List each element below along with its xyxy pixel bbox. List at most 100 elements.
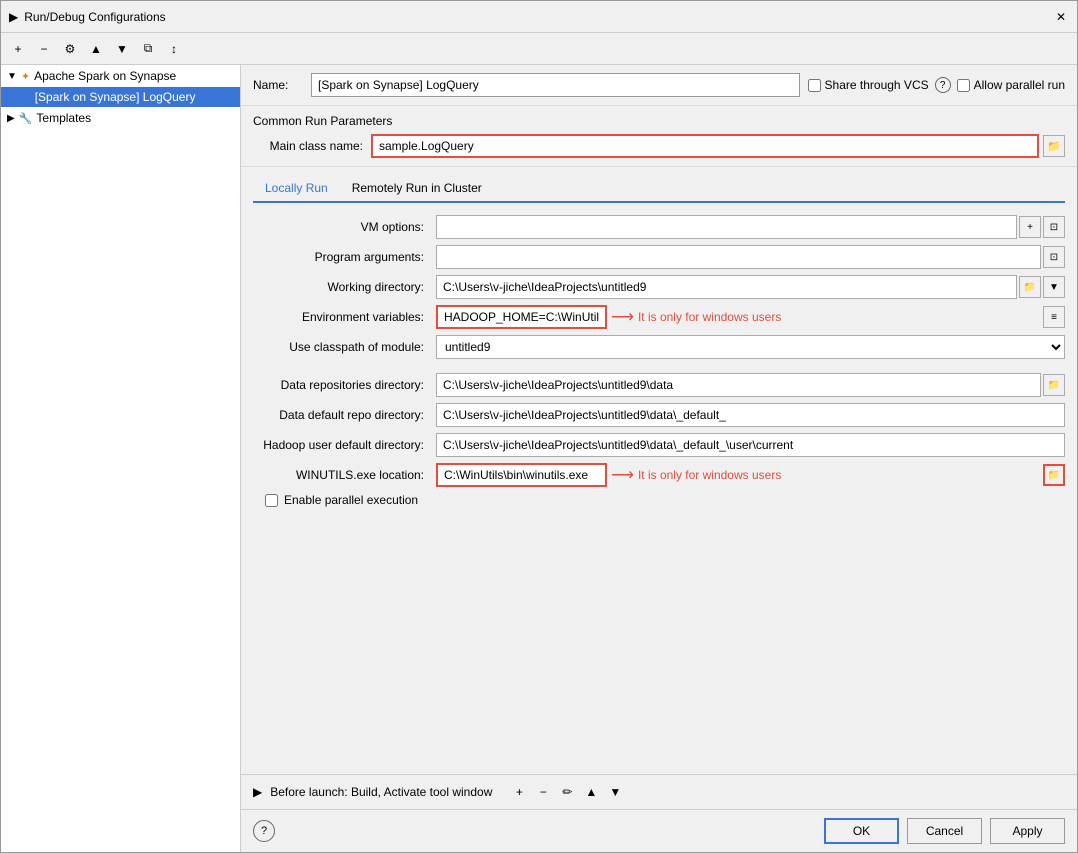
templates-header[interactable]: ▶ 🔧 Templates [1,107,240,129]
help-button[interactable]: ? [253,820,275,842]
copy-button[interactable]: ⧉ [137,38,159,60]
data-default-input[interactable] [436,403,1065,427]
working-dir-folder-button[interactable]: 📁 [1019,276,1041,298]
remove-button[interactable]: − [33,38,55,60]
name-row: Name: Share through VCS ? Allow parallel… [241,65,1077,106]
settings-button[interactable]: ⚙ [59,38,81,60]
spark-group: ▼ ✦ Apache Spark on Synapse ▶ [Spark on … [1,65,240,107]
window-title: Run/Debug Configurations [24,10,1053,24]
main-content: ▼ ✦ Apache Spark on Synapse ▶ [Spark on … [1,65,1077,852]
winutils-input[interactable] [436,463,607,487]
bottom-bar: ? OK Cancel Apply [241,809,1077,852]
apply-button[interactable]: Apply [990,818,1065,844]
window-icon: ▶ [9,10,18,24]
add-button[interactable]: + [7,38,29,60]
env-vars-input[interactable] [436,305,607,329]
before-launch-edit-button[interactable]: ✏ [556,781,578,803]
parallel-exec-label[interactable]: Enable parallel execution [284,493,418,507]
title-bar: ▶ Run/Debug Configurations ✕ [1,1,1077,33]
cancel-button[interactable]: Cancel [907,818,982,844]
program-args-label: Program arguments: [253,250,428,264]
before-launch-remove-button[interactable]: − [532,781,554,803]
spark-group-header[interactable]: ▼ ✦ Apache Spark on Synapse [1,65,240,87]
hadoop-user-label: Hadoop user default directory: [253,438,428,452]
parallel-run-checkbox[interactable] [957,79,970,92]
tab-remotely-run[interactable]: Remotely Run in Cluster [340,175,494,201]
parallel-run-label[interactable]: Allow parallel run [957,78,1065,92]
data-default-input-container [436,403,1065,427]
vm-options-fullscreen-button[interactable]: ⊡ [1043,216,1065,238]
before-launch-add-button[interactable]: + [508,781,530,803]
program-args-input-container: ⊡ [436,245,1065,269]
winutils-arrow-icon: ⟶ [611,465,634,485]
winutils-windows-note: It is only for windows users [638,468,781,482]
program-args-row: Program arguments: ⊡ [253,245,1065,269]
data-repos-input[interactable] [436,373,1041,397]
env-vars-row: Environment variables: ⟶ It is only for … [253,305,1065,329]
hadoop-user-input-container [436,433,1065,457]
share-vcs-text: Share through VCS [825,78,929,92]
folder-icon: 📁 [1024,282,1036,293]
tab-locally-run[interactable]: Locally Run [253,175,340,203]
data-default-row: Data default repo directory: [253,403,1065,427]
vcs-area: Share through VCS ? Allow parallel run [808,77,1065,93]
right-panel: Name: Share through VCS ? Allow parallel… [241,65,1077,852]
templates-group: ▶ 🔧 Templates [1,107,240,129]
sidebar: ▼ ✦ Apache Spark on Synapse ▶ [Spark on … [1,65,241,852]
config-icon: ▶ [23,92,31,103]
sort-button[interactable]: ↕ [163,38,185,60]
classpath-label: Use classpath of module: [253,340,428,354]
parallel-exec-checkbox[interactable] [265,494,278,507]
log-query-item[interactable]: ▶ [Spark on Synapse] LogQuery [1,87,240,107]
vm-options-row: VM options: + ⊡ [253,215,1065,239]
vcs-help-icon[interactable]: ? [935,77,951,93]
env-vars-input-wrap: ⟶ It is only for windows users ≡ [436,305,1065,329]
before-launch-down-button[interactable]: ▼ [604,781,626,803]
main-class-input-container: 📁 [371,134,1065,158]
name-input[interactable] [311,73,800,97]
vm-options-label: VM options: [253,220,428,234]
templates-label: Templates [36,111,91,125]
main-class-label: Main class name: [253,139,363,153]
data-repos-row: Data repositories directory: 📁 [253,373,1065,397]
hadoop-user-row: Hadoop user default directory: [253,433,1065,457]
templates-expand-arrow: ▶ [7,113,15,124]
ok-button[interactable]: OK [824,818,899,844]
program-args-input[interactable] [436,245,1041,269]
folder-icon: 📁 [1047,140,1061,153]
vm-options-expand-button[interactable]: + [1019,216,1041,238]
vm-options-input[interactable] [436,215,1017,239]
working-dir-dropdown-button[interactable]: ▼ [1043,276,1065,298]
launch-toolbar: + − ✏ ▲ ▼ [508,781,626,803]
before-launch-up-button[interactable]: ▲ [580,781,602,803]
env-vars-edit-button[interactable]: ≡ [1043,306,1065,328]
before-launch-expand-icon[interactable]: ▶ [253,785,262,799]
main-class-row: Main class name: 📁 [253,134,1065,158]
env-vars-label: Environment variables: [253,310,428,324]
working-dir-input-container: 📁 ▼ [436,275,1065,299]
hadoop-user-input[interactable] [436,433,1065,457]
data-repos-label: Data repositories directory: [253,378,428,392]
share-vcs-checkbox[interactable] [808,79,821,92]
classpath-row: Use classpath of module: untitled9 [253,335,1065,359]
name-label: Name: [253,78,303,92]
parallel-exec-row: Enable parallel execution [265,493,1065,507]
winutils-folder-button[interactable]: 📁 [1043,464,1065,486]
main-class-folder-button[interactable]: 📁 [1043,135,1065,157]
folder-icon: 📁 [1048,380,1060,391]
move-down-button[interactable]: ▼ [111,38,133,60]
close-button[interactable]: ✕ [1053,9,1069,25]
share-vcs-label[interactable]: Share through VCS [808,78,929,92]
section-divider-1 [253,365,1065,373]
data-repos-folder-button[interactable]: 📁 [1043,374,1065,396]
vm-options-input-container: + ⊡ [436,215,1065,239]
move-up-button[interactable]: ▲ [85,38,107,60]
classpath-select[interactable]: untitled9 [436,335,1065,359]
main-class-input[interactable] [371,134,1039,158]
toolbar: + − ⚙ ▲ ▼ ⧉ ↕ [1,33,1077,65]
program-args-expand-button[interactable]: ⊡ [1043,246,1065,268]
tab-content-locally-run: VM options: + ⊡ Program arguments: ⊡ [241,203,1077,774]
working-dir-label: Working directory: [253,280,428,294]
before-launch-text: Before launch: Build, Activate tool wind… [270,785,492,799]
working-dir-input[interactable] [436,275,1017,299]
